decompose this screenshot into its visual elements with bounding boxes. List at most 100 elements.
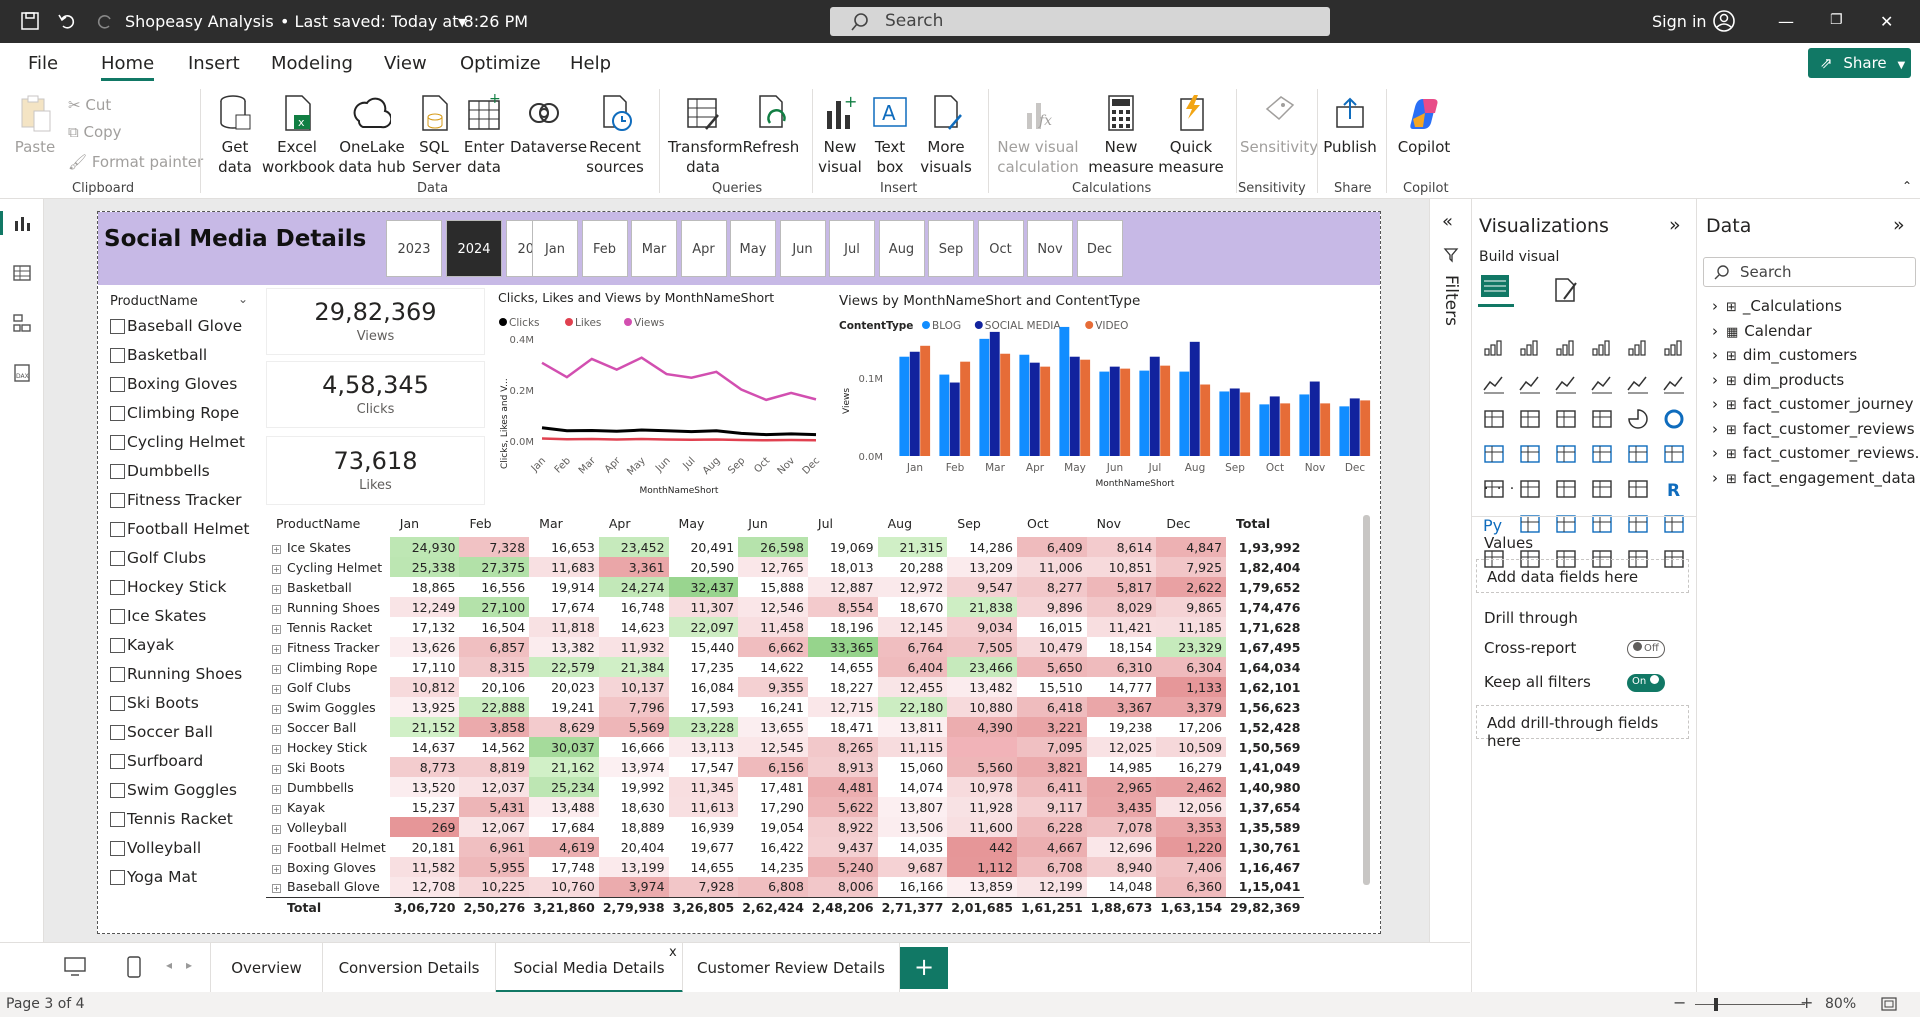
slicer-item[interactable]: Volleyball (102, 838, 252, 867)
more-visuals-button[interactable]: More visuals (918, 93, 974, 177)
month-button-jun[interactable]: Jun (779, 220, 826, 277)
bar[interactable] (1349, 398, 1360, 456)
tab-overview[interactable]: Overview (210, 943, 323, 993)
bar[interactable] (1160, 365, 1171, 456)
azure-map-visual-icon[interactable] (1590, 442, 1614, 466)
slicer-item[interactable]: Cycling Helmet (102, 432, 252, 461)
expand-icon[interactable]: + (272, 584, 281, 594)
table-row[interactable]: + Running Shoes 12,249 27,100 17,674 16,748 11… (266, 597, 1304, 617)
month-button-dec[interactable]: Dec (1076, 220, 1123, 277)
bar[interactable] (1000, 353, 1011, 456)
checkbox[interactable] (110, 638, 125, 653)
stacked-column-visual-icon[interactable] (1518, 337, 1542, 361)
column-header[interactable]: Nov (1087, 509, 1157, 537)
zoom-slider-thumb[interactable] (1714, 998, 1718, 1011)
slicer-visual-icon[interactable] (1554, 477, 1578, 501)
100-area-visual-icon[interactable] (1590, 372, 1614, 396)
chevron-right-icon[interactable]: › (1712, 371, 1718, 389)
bar[interactable] (1299, 394, 1310, 456)
table-row[interactable]: + Basketball 18,865 16,556 19,914 24,274 32,43… (266, 577, 1304, 597)
column-header[interactable]: Sep (947, 509, 1017, 537)
bar[interactable] (920, 345, 931, 456)
expand-icon[interactable]: + (272, 564, 281, 574)
expand-icon[interactable]: + (272, 624, 281, 634)
year-button-2024[interactable]: 2024 (446, 220, 502, 277)
slicer-item[interactable]: Basketball (102, 345, 252, 374)
bar[interactable] (1240, 392, 1251, 456)
bar[interactable] (960, 361, 971, 456)
legend-label[interactable]: BLOG (932, 320, 961, 332)
slicer-item[interactable]: Boxing Gloves (102, 374, 252, 403)
data-table-item[interactable]: › ▦ Calendar (1712, 322, 1812, 340)
fit-to-page-icon[interactable] (1880, 996, 1898, 1012)
bar[interactable] (1149, 356, 1160, 456)
bar[interactable] (1259, 404, 1270, 456)
undo-icon[interactable] (57, 11, 77, 31)
tab-customer-review-details[interactable]: Customer Review Details (683, 943, 900, 993)
expand-filters-icon[interactable]: « (1442, 211, 1453, 232)
year-button-2023[interactable]: 2023 (386, 220, 442, 277)
checkbox[interactable] (110, 319, 125, 334)
expand-icon[interactable]: + (272, 704, 281, 714)
dataverse-button[interactable]: Dataverse (510, 93, 587, 157)
new-visual-button[interactable]: + New visual (818, 93, 862, 177)
build-visual-tab[interactable] (1478, 271, 1514, 307)
checkbox[interactable] (110, 812, 125, 827)
checkbox[interactable] (110, 464, 125, 479)
mobile-layout-icon[interactable] (126, 955, 142, 979)
bar[interactable] (1280, 403, 1291, 456)
new-measure-button[interactable]: New measure (1084, 93, 1158, 177)
bar[interactable] (909, 351, 920, 456)
treemap-visual-icon[interactable] (1482, 442, 1506, 466)
menu-insert[interactable]: Insert (188, 53, 240, 74)
checkbox[interactable] (110, 580, 125, 595)
slicer-item[interactable]: Ice Skates (102, 606, 252, 635)
bar[interactable] (1269, 396, 1280, 456)
bar[interactable] (1099, 371, 1110, 456)
add-page-button[interactable]: + (900, 947, 948, 989)
collapse-pane-icon[interactable]: » (1669, 214, 1681, 236)
month-button-sep[interactable]: Sep (928, 220, 974, 277)
copy-button[interactable]: ⧉ Copy (68, 122, 122, 142)
slicer-item[interactable]: Yoga Mat (102, 867, 252, 896)
bar[interactable] (1019, 354, 1030, 456)
expand-icon[interactable]: + (272, 824, 281, 834)
cut-button[interactable]: ✂ Cut (68, 95, 111, 115)
ribbon-visual-icon[interactable] (1482, 407, 1506, 431)
pie-visual-icon[interactable] (1626, 407, 1650, 431)
filled-map-visual-icon[interactable] (1554, 442, 1578, 466)
checkbox[interactable] (110, 667, 125, 682)
column-header[interactable]: Dec (1156, 509, 1226, 537)
chevron-down-icon[interactable]: ▼ (458, 16, 466, 29)
sensitivity-button[interactable]: Sensitivity (1240, 93, 1318, 157)
line-series-clicks[interactable] (541, 426, 817, 437)
chevron-down-icon[interactable]: ⌄ (238, 292, 248, 306)
filters-pane[interactable]: « Filters (1429, 199, 1471, 942)
table-row[interactable]: + Hockey Stick 14,637 14,562 30,037 16,666 13,… (266, 737, 1304, 757)
checkbox[interactable] (110, 841, 125, 856)
clustered-bar-visual-icon[interactable] (1554, 337, 1578, 361)
get-data-button[interactable]: Get data (210, 93, 260, 177)
column-header[interactable]: Jun (738, 509, 808, 537)
menu-file[interactable]: File (28, 53, 58, 74)
slicer-item[interactable]: Swim Goggles (102, 780, 252, 809)
checkbox[interactable] (110, 870, 125, 885)
share-button[interactable]: ⇗ Share ▼ (1808, 48, 1911, 78)
data-table-item[interactable]: › ⊞ _Calculations (1712, 297, 1842, 315)
tab-conversion-details[interactable]: Conversion Details (323, 943, 496, 993)
line-chart-visual[interactable]: Clicks, Likes and Views by MonthNameShor… (494, 289, 827, 505)
bar[interactable] (1179, 371, 1190, 456)
matrix-visual-icon[interactable] (1626, 477, 1650, 501)
bar[interactable] (1200, 384, 1211, 456)
checkbox[interactable] (110, 783, 125, 798)
checkbox[interactable] (110, 754, 125, 769)
table-row[interactable]: + Swim Goggles 13,925 22,888 19,241 7,796 17,5… (266, 697, 1304, 717)
expand-icon[interactable]: + (272, 684, 281, 694)
restore-icon[interactable]: ❐ (1830, 12, 1843, 28)
bar[interactable] (1139, 370, 1150, 456)
model-view-icon[interactable] (12, 313, 32, 333)
legend-label[interactable]: Likes (575, 317, 601, 329)
column-header[interactable]: Oct (1017, 509, 1087, 537)
menu-home[interactable]: Home (101, 53, 155, 81)
menu-help[interactable]: Help (570, 53, 611, 74)
